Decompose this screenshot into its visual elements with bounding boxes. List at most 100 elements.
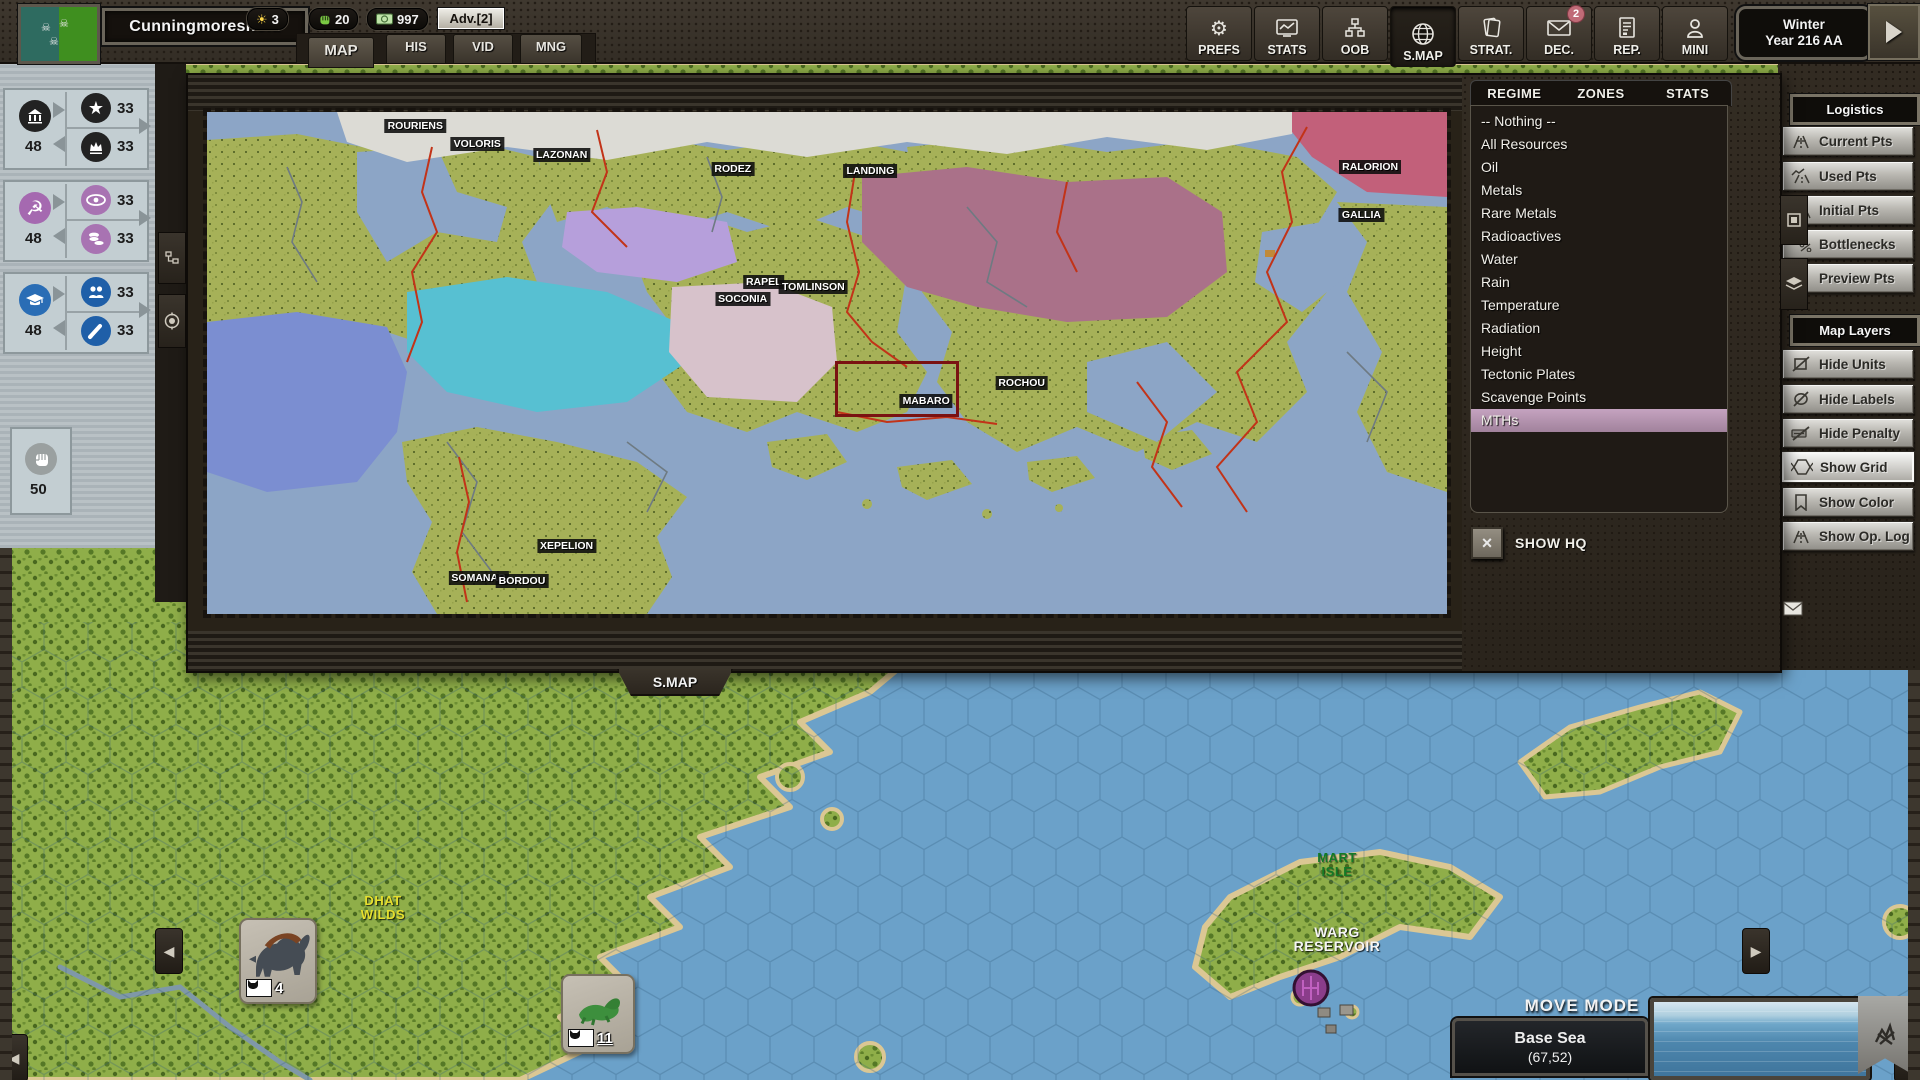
layer-item[interactable]: Temperature: [1471, 294, 1727, 317]
globe-icon: [1411, 21, 1435, 47]
resource-fate-points[interactable]: 20: [309, 8, 358, 30]
layer-item[interactable]: Rain: [1471, 271, 1727, 294]
resource-political-points[interactable]: ☀ 3: [247, 8, 288, 30]
layer-item[interactable]: Tectonic Plates: [1471, 363, 1727, 386]
show-hq-label: SHOW HQ: [1515, 535, 1587, 551]
strategic-map[interactable]: ROURIENS VOLORIS LAZONAN RODEZ LANDING R…: [207, 112, 1447, 614]
hex-grid-icon: [1790, 458, 1814, 476]
regime-flag[interactable]: ☠ ☠ ☠: [18, 4, 100, 64]
region-label: BORDOU: [496, 574, 549, 588]
tab-regime[interactable]: REGIME: [1471, 81, 1558, 106]
arrow-left-icon: [53, 136, 65, 152]
top-bar: ☠ ☠ ☠ Cunningmoreshold ☀ 3 20 997 Adv.[2…: [0, 0, 1920, 64]
rep-button[interactable]: REP.: [1594, 6, 1660, 61]
hide-tag-icon: [1789, 424, 1813, 442]
beast-head-icon: [568, 1029, 594, 1047]
creature-unit-beast[interactable]: 4: [239, 918, 317, 1004]
stat-value: 33: [117, 322, 134, 339]
bookmark-icon: [1789, 493, 1813, 511]
location-plate: Base Sea (67,52): [1452, 1018, 1648, 1076]
tab-vid[interactable]: VID: [453, 34, 513, 64]
region-label: ROURIENS: [385, 119, 446, 133]
adv-button[interactable]: Adv.[2]: [437, 7, 505, 30]
layer-item[interactable]: -- Nothing --: [1471, 110, 1727, 133]
check-x-icon: ×: [1482, 533, 1493, 554]
camera-viewport-rect[interactable]: [835, 361, 959, 417]
logistics-header: Logistics: [1790, 94, 1920, 125]
play-icon: [1886, 21, 1902, 43]
bat-icon: [81, 316, 111, 346]
stat-group-culture[interactable]: 48 33 33: [3, 272, 149, 354]
tab-map[interactable]: MAP: [308, 37, 374, 68]
map-label-mart-isle: MARTISLE: [1317, 851, 1357, 879]
layer-item[interactable]: Oil: [1471, 156, 1727, 179]
hide-circle-icon: [1789, 390, 1813, 408]
tab-stats[interactable]: STATS: [1644, 81, 1731, 106]
layer-item-selected[interactable]: MTHs: [1471, 409, 1727, 432]
stat-group-unrest[interactable]: 50: [10, 427, 72, 515]
mini-button[interactable]: MINI: [1662, 6, 1728, 61]
show-op-log-button[interactable]: Show Op. Log: [1782, 521, 1914, 551]
stat-value: 33: [117, 284, 134, 301]
mail-indicator[interactable]: [1780, 595, 1806, 621]
current-pts-button[interactable]: Current Pts: [1782, 126, 1914, 156]
window-edge-target-button[interactable]: [158, 294, 186, 348]
window-edge-org-button[interactable]: [158, 232, 186, 284]
arrow-right-icon: [139, 210, 151, 226]
mail-icon: [1783, 601, 1803, 616]
person-pin-icon: [1685, 15, 1705, 41]
layer-item[interactable]: Height: [1471, 340, 1727, 363]
scroll-right-button[interactable]: ▶: [1742, 928, 1770, 974]
highway-icon: [1789, 527, 1813, 545]
layer-item[interactable]: Rare Metals: [1471, 202, 1727, 225]
right-sidebar: Logistics Current Pts Used Pts Initial P…: [1778, 62, 1920, 670]
scroll-left-button[interactable]: ◀: [155, 928, 183, 974]
resource-credits[interactable]: 997: [367, 8, 428, 30]
layer-item[interactable]: Radioactives: [1471, 225, 1727, 248]
stat-value: 33: [117, 230, 134, 247]
layer-item[interactable]: Scavenge Points: [1471, 386, 1727, 409]
terrain-preview-image[interactable]: [1650, 998, 1870, 1080]
tab-his[interactable]: HIS: [386, 34, 446, 64]
arrow-left-icon: [53, 320, 65, 336]
layer-item[interactable]: Metals: [1471, 179, 1727, 202]
creature-unit-lizard[interactable]: 11: [561, 974, 635, 1054]
arrow-right-icon: [53, 286, 65, 302]
used-pts-button[interactable]: Used Pts: [1782, 161, 1914, 191]
location-coords: (67,52): [1528, 1049, 1572, 1065]
prefs-button[interactable]: ⚙ PREFS: [1186, 6, 1252, 61]
layer-item[interactable]: Water: [1471, 248, 1727, 271]
layer-item[interactable]: All Resources: [1471, 133, 1727, 156]
show-color-button[interactable]: Show Color: [1782, 487, 1914, 517]
smap-window-tab[interactable]: S.MAP: [617, 669, 733, 696]
hide-penalty-button[interactable]: Hide Penalty: [1782, 418, 1914, 448]
oob-button[interactable]: OOB: [1322, 6, 1388, 61]
window-edge-square-button[interactable]: [1780, 195, 1808, 245]
dec-button[interactable]: DEC. 2: [1526, 6, 1592, 61]
show-hq-checkbox[interactable]: ×: [1471, 527, 1503, 559]
layer-list: -- Nothing -- All Resources Oil Metals R…: [1470, 105, 1728, 513]
star-icon: ★: [81, 93, 111, 123]
map-layers-header: Map Layers: [1790, 315, 1920, 346]
gear-icon: ⚙: [1210, 15, 1228, 41]
bank-icon: [19, 100, 51, 132]
layer-item[interactable]: Radiation: [1471, 317, 1727, 340]
stat-group-politics[interactable]: ☭ 48 33 33: [3, 180, 149, 262]
unit-strength-badge: 11: [568, 1029, 613, 1047]
tab-mng[interactable]: MNG: [520, 34, 582, 64]
region-label: XEPELION: [537, 539, 596, 553]
hide-labels-button[interactable]: Hide Labels: [1782, 384, 1914, 414]
region-label: RODEZ: [711, 162, 754, 176]
window-edge-layers-button[interactable]: [1780, 258, 1808, 310]
tab-zones[interactable]: ZONES: [1558, 81, 1645, 106]
smap-button[interactable]: S.MAP: [1390, 6, 1456, 67]
sun-icon: ☀: [256, 13, 268, 26]
hide-units-button[interactable]: Hide Units: [1782, 349, 1914, 379]
stat-value: 33: [117, 100, 134, 117]
skull-icon: ☠: [41, 23, 51, 34]
strat-button[interactable]: STRAT.: [1458, 6, 1524, 61]
end-turn-button[interactable]: [1868, 4, 1920, 60]
show-grid-button[interactable]: Show Grid: [1782, 452, 1914, 482]
stat-group-government[interactable]: 48 ★ 33 33: [3, 88, 149, 170]
stats-button[interactable]: STATS: [1254, 6, 1320, 61]
